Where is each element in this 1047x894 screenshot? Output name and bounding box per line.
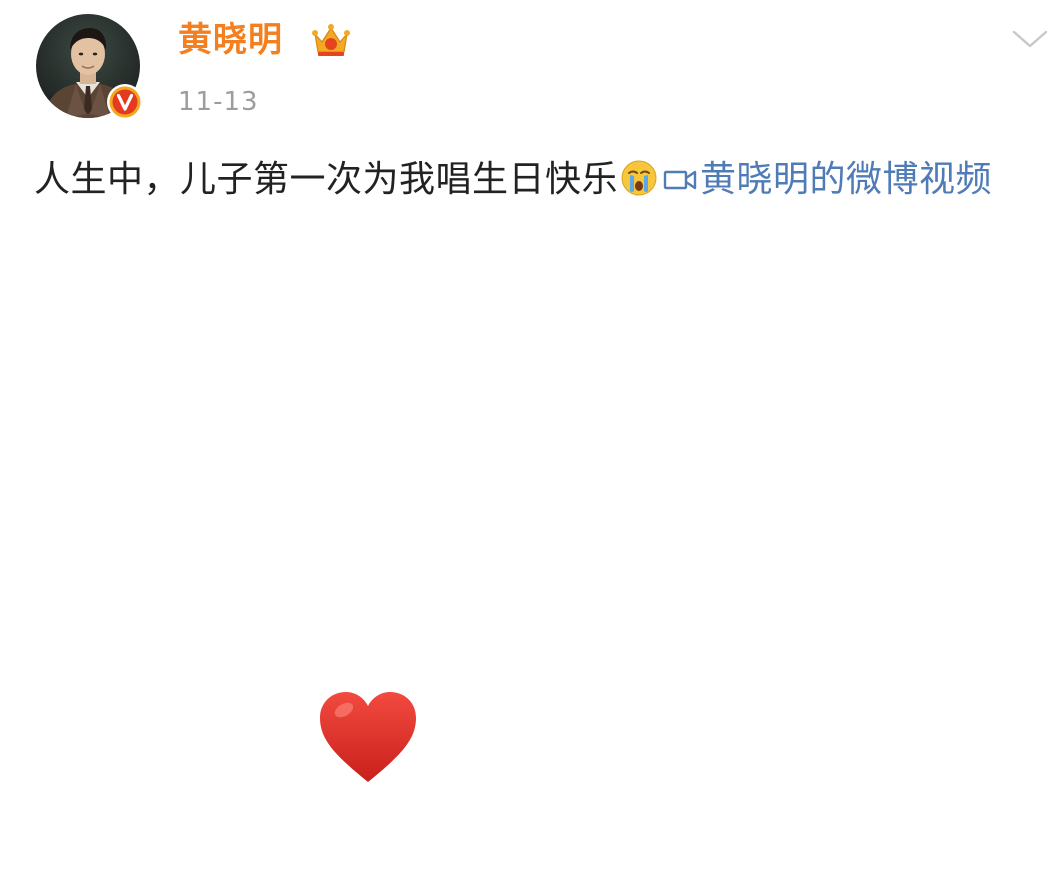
video-camera-icon xyxy=(663,170,697,190)
author-name[interactable]: 黄晓明 xyxy=(178,16,283,64)
post-header: 黄晓明 11-13 xyxy=(0,0,1047,130)
post-text-content: 人生中，儿子第一次为我唱生日快乐 xyxy=(34,159,619,200)
red-heart-icon[interactable] xyxy=(316,686,420,790)
verified-v-icon xyxy=(107,84,143,120)
chevron-down-icon[interactable] xyxy=(1010,26,1047,52)
post-text: 人生中，儿子第一次为我唱生日快乐 黄晓明的微博视频 xyxy=(34,150,1024,210)
post-date: 11-13 xyxy=(178,87,259,117)
video-link[interactable]: 黄晓明的微博视频 xyxy=(662,159,992,200)
video-link-label[interactable]: 黄晓明的微博视频 xyxy=(700,159,992,200)
crown-icon[interactable] xyxy=(311,20,351,60)
crying-face-icon xyxy=(621,160,657,196)
